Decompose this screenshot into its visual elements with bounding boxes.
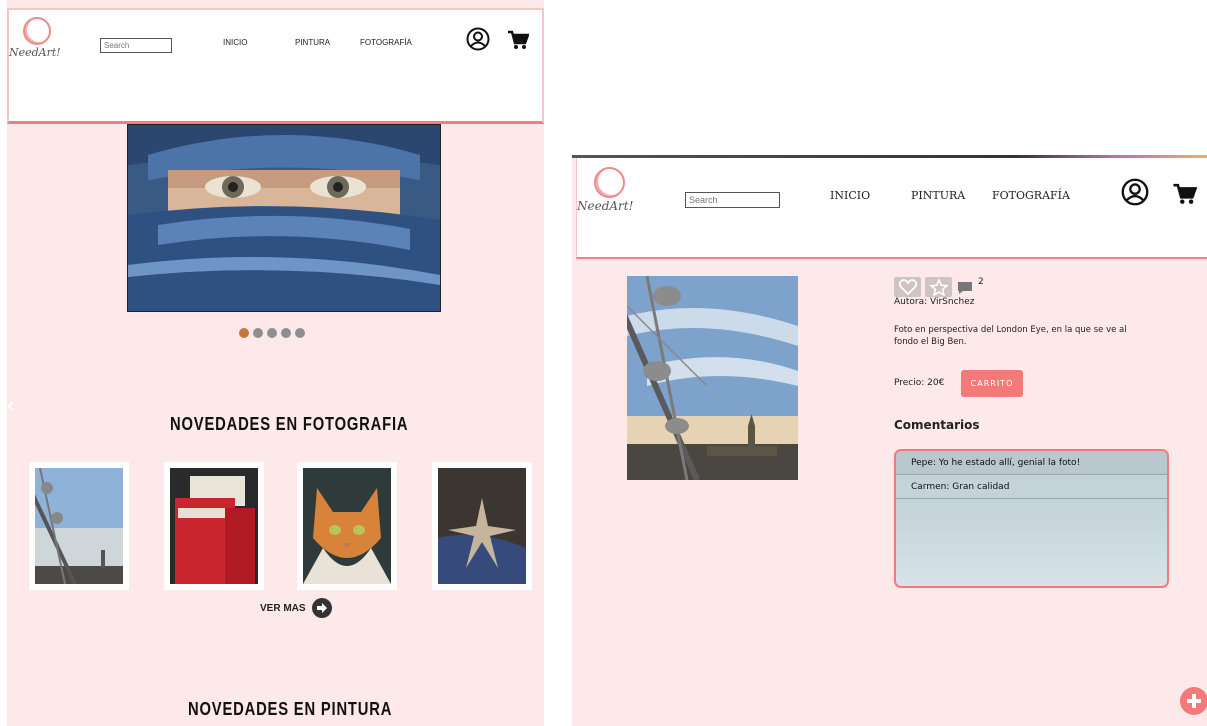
detail-page: NeedArt! INICIO PINTURA FOTOGRAFÍA bbox=[572, 155, 1207, 726]
heart-icon[interactable] bbox=[894, 277, 921, 297]
logo-icon[interactable] bbox=[594, 167, 625, 198]
section-title-pintura: NOVEDADES EN PINTURA bbox=[188, 699, 393, 719]
thumb-cat[interactable] bbox=[297, 462, 397, 590]
logo-text[interactable]: NeedArt! bbox=[9, 46, 61, 59]
nav-pintura[interactable]: PINTURA bbox=[911, 189, 965, 202]
comment-count: 2 bbox=[978, 277, 984, 287]
detail-header: NeedArt! INICIO PINTURA FOTOGRAFÍA bbox=[576, 158, 1207, 259]
plus-icon[interactable] bbox=[1180, 687, 1207, 715]
product-photo-london-eye[interactable] bbox=[627, 276, 798, 480]
ver-mas-link[interactable]: VER MAS bbox=[260, 598, 332, 618]
comments-list[interactable]: Pepe: Yo he estado allí, genial la foto!… bbox=[894, 449, 1169, 588]
carousel-dot-1[interactable] bbox=[239, 328, 249, 338]
carousel-dot-3[interactable] bbox=[267, 328, 277, 338]
user-icon[interactable] bbox=[466, 27, 490, 51]
comment-item: Carmen: Gran calidad bbox=[896, 475, 1167, 499]
add-to-cart-button[interactable]: CARRITO bbox=[961, 370, 1023, 397]
home-page: NeedArt! INICIO PINTURA FOTOGRAFÍA bbox=[7, 0, 544, 726]
hero-slide-image[interactable] bbox=[127, 124, 441, 312]
carousel-dot-2[interactable] bbox=[253, 328, 263, 338]
nav-fotografia[interactable]: FOTOGRAFÍA bbox=[360, 38, 412, 47]
thumb-london-eye[interactable] bbox=[29, 462, 129, 590]
star-icon[interactable] bbox=[925, 277, 952, 297]
carousel-prev-arrow[interactable]: ‹ bbox=[7, 392, 14, 418]
ver-mas-label[interactable]: VER MAS bbox=[260, 603, 306, 614]
carousel-dot-5[interactable] bbox=[295, 328, 305, 338]
section-title-fotografia: NOVEDADES EN FOTOGRAFIA bbox=[170, 414, 409, 434]
nav-inicio[interactable]: INICIO bbox=[830, 189, 870, 202]
comment-icon[interactable] bbox=[957, 281, 973, 295]
user-icon[interactable] bbox=[1121, 178, 1149, 206]
cart-icon[interactable] bbox=[1172, 183, 1197, 205]
comment-item: Pepe: Yo he estado allí, genial la foto! bbox=[896, 451, 1167, 475]
price-label: Precio: 20€ bbox=[894, 378, 945, 388]
carousel-dots bbox=[239, 328, 305, 338]
carousel-dot-4[interactable] bbox=[281, 328, 291, 338]
product-description: Foto en perspectiva del London Eye, en l… bbox=[894, 325, 1127, 347]
arrow-right-icon[interactable] bbox=[311, 598, 332, 618]
search-input[interactable] bbox=[100, 38, 172, 53]
author-label: Autora: VirSnchez bbox=[894, 297, 975, 307]
cart-icon[interactable] bbox=[507, 30, 529, 50]
thumb-starfish[interactable] bbox=[432, 462, 532, 590]
logo-icon[interactable] bbox=[23, 17, 51, 45]
nav-fotografia[interactable]: FOTOGRAFÍA bbox=[992, 189, 1070, 202]
search-input[interactable] bbox=[685, 192, 780, 208]
comments-title: Comentarios bbox=[894, 418, 980, 432]
thumb-books[interactable] bbox=[164, 462, 264, 590]
nav-pintura[interactable]: PINTURA bbox=[295, 38, 330, 47]
home-header: NeedArt! INICIO PINTURA FOTOGRAFÍA bbox=[7, 8, 544, 124]
logo-text[interactable]: NeedArt! bbox=[577, 199, 633, 213]
nav-inicio[interactable]: INICIO bbox=[223, 38, 247, 47]
